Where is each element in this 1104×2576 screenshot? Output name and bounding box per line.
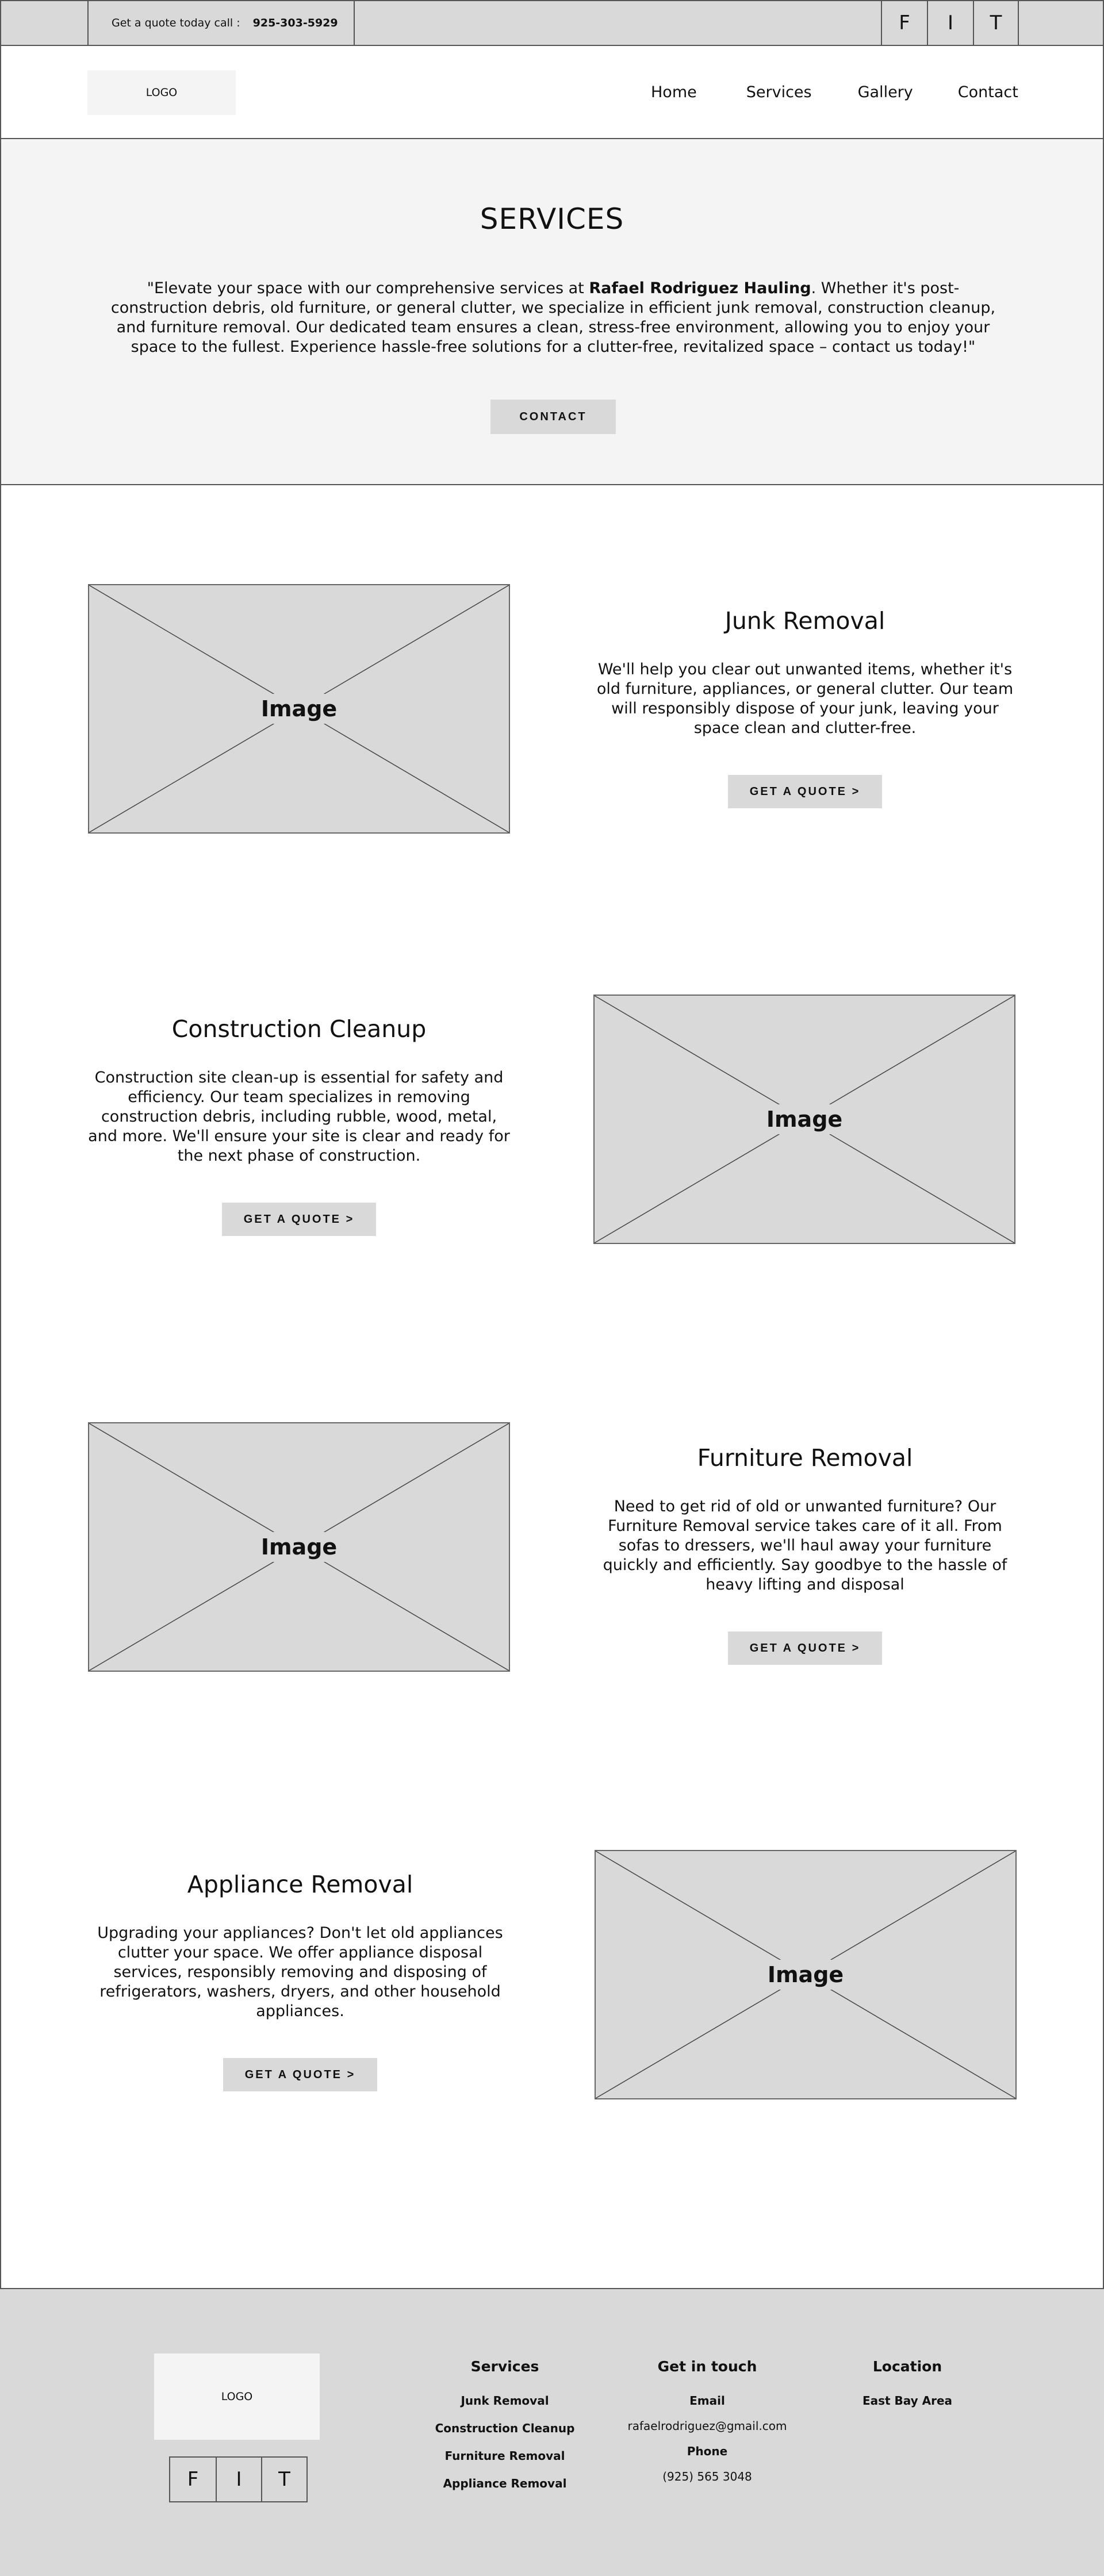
service-junk-removal: Junk Removal We'll help you clear out un… bbox=[592, 607, 1018, 808]
footer-logo[interactable]: LOGO bbox=[154, 2354, 320, 2440]
footer-location-column: Location East Bay Area bbox=[815, 2358, 999, 2420]
nav-link-services[interactable]: Services bbox=[746, 83, 812, 101]
image-label: Image bbox=[250, 1532, 348, 1562]
service-description: We'll help you clear out unwanted items,… bbox=[596, 661, 1014, 737]
facebook-icon[interactable]: F bbox=[170, 2458, 216, 2501]
top-bar: Get a quote today call : 925-303-5929 F … bbox=[0, 0, 1104, 46]
service-description: Construction site clean-up is essential … bbox=[88, 1069, 510, 1165]
image-label: Image bbox=[250, 694, 348, 724]
twitter-icon[interactable]: T bbox=[973, 1, 1019, 45]
company-name: Rafael Rodriguez Hauling bbox=[589, 279, 811, 297]
footer-contact-heading: Get in touch bbox=[657, 2358, 757, 2375]
top-phone-link[interactable]: 925-303-5929 bbox=[253, 17, 338, 29]
phone-label: Phone bbox=[687, 2444, 728, 2458]
junk-removal-image: Image bbox=[88, 584, 510, 834]
image-label: Image bbox=[757, 1960, 854, 1990]
service-title: Junk Removal bbox=[724, 607, 885, 635]
hero-description: "Elevate your space with our comprehensi… bbox=[110, 279, 996, 356]
service-description: Need to get rid of old or unwanted furni… bbox=[603, 1498, 1007, 1594]
services-list: Image Junk Removal We'll help you clear … bbox=[0, 485, 1104, 2289]
nav-link-gallery[interactable]: Gallery bbox=[858, 83, 913, 101]
construction-cleanup-image: Image bbox=[593, 995, 1015, 1244]
site-footer: LOGO F I T Services Junk Removal Constru… bbox=[0, 2289, 1104, 2576]
email-label: Email bbox=[689, 2394, 725, 2408]
quote-call-text: Get a quote today call : bbox=[112, 17, 240, 29]
phone-link[interactable]: (925) 565 3048 bbox=[615, 2468, 799, 2493]
quote-call-cell: Get a quote today call : 925-303-5929 bbox=[87, 1, 355, 45]
service-title: Appliance Removal bbox=[187, 1871, 413, 1898]
location-text: East Bay Area bbox=[862, 2394, 953, 2408]
footer-location-heading: Location bbox=[872, 2358, 942, 2375]
footer-services-heading: Services bbox=[470, 2358, 539, 2375]
appliance-removal-image: Image bbox=[595, 1850, 1017, 2099]
furniture-removal-image: Image bbox=[88, 1422, 510, 1672]
twitter-icon[interactable]: T bbox=[261, 2458, 306, 2501]
page-title: SERVICES bbox=[480, 202, 624, 236]
image-label: Image bbox=[756, 1104, 853, 1134]
footer-services-column: Services Junk Removal Construction Clean… bbox=[413, 2358, 597, 2502]
service-title: Furniture Removal bbox=[697, 1444, 913, 1472]
get-quote-button[interactable]: GET A QUOTE > bbox=[728, 775, 882, 808]
nav-link-home[interactable]: Home bbox=[651, 83, 697, 101]
services-hero: SERVICES "Elevate your space with our co… bbox=[0, 139, 1104, 485]
nav-link-contact[interactable]: Contact bbox=[958, 83, 1018, 101]
facebook-icon[interactable]: F bbox=[881, 1, 927, 45]
nav-links: Home Services Gallery Contact bbox=[651, 46, 1018, 138]
footer-link-construction-cleanup[interactable]: Construction Cleanup bbox=[413, 2420, 597, 2447]
get-quote-button[interactable]: GET A QUOTE > bbox=[728, 1631, 882, 1665]
contact-button[interactable]: CONTACT bbox=[490, 400, 616, 434]
footer-social-links: F I T bbox=[169, 2456, 308, 2502]
get-quote-button[interactable]: GET A QUOTE > bbox=[222, 1203, 376, 1236]
instagram-icon[interactable]: I bbox=[927, 1, 973, 45]
service-construction-cleanup: Construction Cleanup Construction site c… bbox=[86, 1015, 512, 1236]
email-link[interactable]: rafaelrodriguez@gmail.com bbox=[615, 2417, 799, 2443]
service-appliance-removal: Appliance Removal Upgrading your applian… bbox=[87, 1871, 513, 2091]
service-title: Construction Cleanup bbox=[171, 1015, 427, 1043]
service-furniture-removal: Furniture Removal Need to get rid of old… bbox=[592, 1444, 1018, 1665]
footer-link-junk-removal[interactable]: Junk Removal bbox=[413, 2392, 597, 2420]
footer-link-furniture-removal[interactable]: Furniture Removal bbox=[413, 2447, 597, 2475]
site-logo[interactable]: LOGO bbox=[87, 70, 236, 115]
footer-link-appliance-removal[interactable]: Appliance Removal bbox=[413, 2475, 597, 2502]
footer-contact-column: Get in touch Email rafaelrodriguez@gmail… bbox=[615, 2358, 799, 2493]
service-description: Upgrading your appliances? Don't let old… bbox=[97, 1924, 503, 2020]
top-social-links: F I T bbox=[881, 1, 1019, 45]
main-navigation: LOGO Home Services Gallery Contact bbox=[0, 46, 1104, 139]
get-quote-button[interactable]: GET A QUOTE > bbox=[223, 2058, 377, 2091]
instagram-icon[interactable]: I bbox=[216, 2458, 261, 2501]
